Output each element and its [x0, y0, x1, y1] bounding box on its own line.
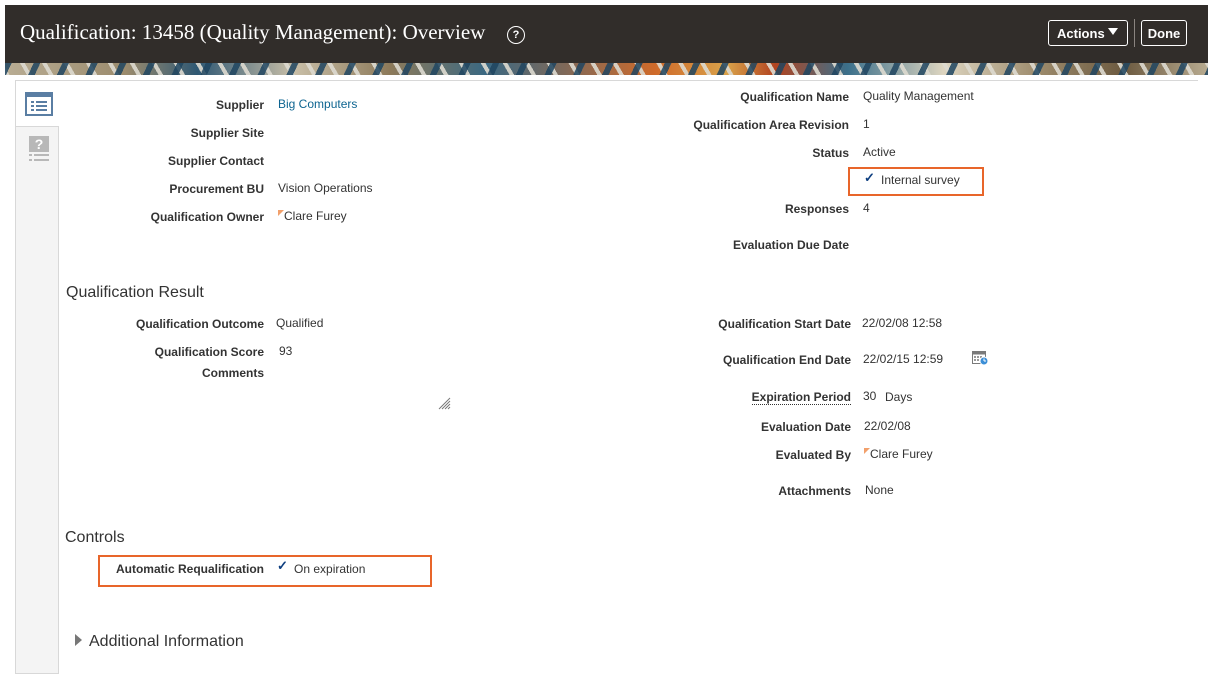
content-top-border [59, 80, 1198, 81]
status-value: Active [863, 145, 896, 159]
start-date-label: Qualification Start Date [718, 317, 851, 331]
qualification-outcome-label: Qualification Outcome [135, 317, 264, 331]
expand-triangle-icon[interactable] [74, 634, 83, 646]
question-list-icon[interactable]: ? [27, 135, 51, 165]
qualification-name-value: Quality Management [863, 89, 974, 103]
evaluation-due-date-label: Evaluation Due Date [732, 238, 849, 252]
actions-button-label: Actions [1057, 25, 1105, 41]
dropdown-arrow-icon [1108, 28, 1118, 35]
qualification-outcome-value: Qualified [276, 316, 324, 330]
supplier-contact-label: Supplier Contact [167, 154, 264, 168]
internal-survey-value: Internal survey [881, 173, 960, 187]
svg-text:?: ? [35, 136, 44, 152]
actions-button[interactable]: Actions [1048, 20, 1128, 46]
checkmark-icon: ✓ [864, 170, 875, 185]
evaluated-by-value[interactable]: Clare Furey [864, 447, 933, 461]
evaluation-date-value: 22/02/08 [864, 419, 911, 433]
end-date-label: Qualification End Date [722, 353, 851, 367]
additional-information-heading[interactable]: Additional Information [89, 633, 244, 651]
qualification-result-heading: Qualification Result [66, 284, 204, 301]
evaluation-date-label: Evaluation Date [760, 420, 851, 434]
expiration-period-unit: Days [885, 390, 913, 404]
calendar-icon[interactable] [972, 350, 989, 366]
comments-textarea[interactable] [276, 362, 452, 412]
expiration-period-value: 30 [863, 389, 877, 403]
qualification-name-label: Qualification Name [740, 90, 849, 104]
supplier-label: Supplier [215, 98, 264, 112]
supplier-site-label: Supplier Site [190, 126, 264, 140]
evaluated-by-name: Clare Furey [870, 447, 933, 461]
comments-label: Comments [201, 366, 264, 380]
qualification-score-label: Qualification Score [154, 345, 264, 359]
expiration-period-label-text: Expiration Period [751, 390, 851, 405]
evaluated-by-label: Evaluated By [775, 448, 851, 462]
area-revision-label: Qualification Area Revision [693, 118, 849, 132]
checkmark-icon: ✓ [277, 558, 288, 573]
help-icon[interactable]: ? [507, 26, 525, 44]
qualification-owner-label: Qualification Owner [150, 210, 264, 224]
responses-value: 4 [863, 201, 870, 215]
responses-label: Responses [784, 202, 849, 216]
attachments-label: Attachments [778, 484, 851, 498]
expiration-period-label[interactable]: Expiration Period [751, 390, 851, 405]
supplier-link[interactable]: Big Computers [278, 97, 357, 111]
side-panel [15, 80, 59, 674]
procurement-bu-value: Vision Operations [278, 181, 373, 195]
attachments-value: None [865, 483, 894, 497]
resize-handle-icon[interactable] [437, 396, 451, 410]
qualification-score-value: 93 [279, 344, 293, 358]
decorative-banner [5, 63, 1208, 75]
done-button[interactable]: Done [1141, 20, 1187, 46]
auto-requalification-value: On expiration [294, 562, 366, 576]
header-separator [1134, 19, 1135, 47]
auto-requalification-label: Automatic Requalification [115, 562, 264, 576]
page-title: Qualification: 13458 (Quality Management… [20, 20, 486, 44]
qualification-owner-name: Clare Furey [284, 209, 347, 223]
end-date-value: 22/02/15 12:59 [863, 352, 944, 366]
start-date-value: 22/02/08 12:58 [862, 316, 943, 330]
qualification-owner-value[interactable]: Clare Furey [278, 209, 347, 223]
controls-heading: Controls [65, 529, 125, 546]
status-label: Status [812, 146, 849, 160]
list-details-icon [25, 92, 53, 116]
procurement-bu-label: Procurement BU [169, 182, 264, 196]
area-revision-value: 1 [863, 117, 870, 131]
